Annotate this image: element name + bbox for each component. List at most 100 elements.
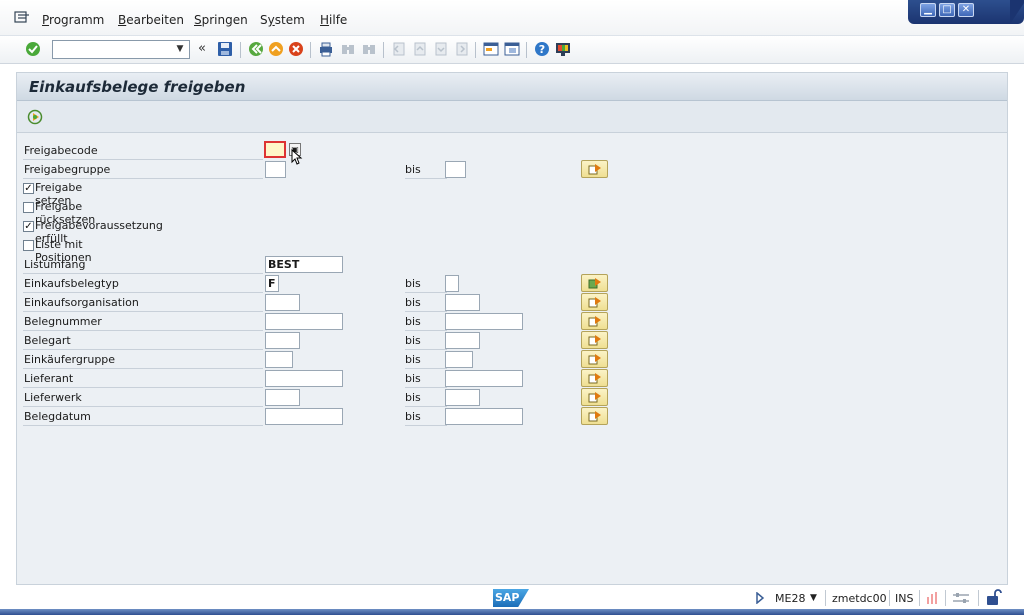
sap-logo: SAP [493, 589, 529, 607]
label-freigabegruppe: Freigabegruppe [23, 162, 263, 179]
toolbar-separator [240, 42, 241, 58]
freigabegruppe-from-input[interactable] [265, 161, 286, 178]
activity-icon [927, 592, 937, 604]
toolbar-separator [383, 42, 384, 58]
lieferwerk-from-input[interactable] [265, 389, 300, 406]
minimize-icon[interactable]: ▁ [920, 3, 936, 17]
multiple-selection-icon [588, 164, 601, 175]
belegdatum-from-input[interactable] [265, 408, 343, 425]
status-expand-icon[interactable] [755, 592, 765, 604]
menu-system[interactable]: System [260, 13, 305, 27]
menu-bearbeiten[interactable]: Bearbeiten [118, 13, 184, 27]
label-bis: bis [405, 333, 447, 350]
einkaeufergruppe-from-input[interactable] [265, 351, 293, 368]
lock-icon[interactable] [986, 589, 1002, 606]
execute-icon[interactable] [27, 109, 43, 125]
freigabegruppe-to-input[interactable] [445, 161, 466, 178]
label-bis: bis [405, 162, 447, 179]
lieferwerk-to-input[interactable] [445, 389, 480, 406]
collapse-command-icon[interactable]: « [198, 41, 206, 56]
freigabecode-input[interactable] [264, 141, 286, 158]
belegdatum-to-input[interactable] [445, 408, 523, 425]
belegart-from-input[interactable] [265, 332, 300, 349]
checkbox-box[interactable]: ✓ [23, 183, 34, 194]
multiple-selection-button[interactable] [581, 369, 608, 387]
help-icon[interactable]: ? [534, 41, 550, 57]
label-lieferwerk: Lieferwerk [23, 390, 263, 407]
prev-page-icon [414, 42, 426, 56]
page-title: Einkaufsbelege freigeben [29, 78, 246, 96]
status-separator [919, 590, 920, 606]
checkbox-box[interactable] [23, 240, 34, 251]
label-bis: bis [405, 276, 447, 293]
menu-bar: Programm Bearbeiten Springen System Hilf… [0, 0, 1024, 36]
einkaufsorganisation-from-input[interactable] [265, 294, 300, 311]
multiple-selection-button[interactable] [581, 350, 608, 368]
title-bar: Einkaufsbelege freigeben [17, 73, 1007, 101]
multiple-selection-button[interactable] [581, 160, 608, 178]
label-einkaufsbelegtyp: Einkaufsbelegtyp [23, 276, 263, 293]
new-session-icon[interactable] [483, 41, 499, 57]
label-lieferant: Lieferant [23, 371, 263, 388]
shortcut-icon[interactable] [504, 41, 520, 57]
save-icon[interactable] [217, 41, 233, 57]
lieferant-from-input[interactable] [265, 370, 343, 387]
exit-icon[interactable] [268, 41, 284, 57]
label-einkaeufergruppe: Einkäufergruppe [23, 352, 263, 369]
window-controls: ▁ □ ✕ [908, 0, 1024, 24]
settings-sliders-icon[interactable] [952, 591, 970, 605]
back-icon[interactable] [248, 41, 264, 57]
multiple-selection-button[interactable] [581, 293, 608, 311]
customize-layout-icon[interactable] [555, 41, 571, 57]
label-bis: bis [405, 295, 447, 312]
multiple-selection-icon [588, 373, 601, 384]
menu-accelerator: P [42, 13, 50, 27]
chevron-down-icon[interactable]: ▼ [173, 42, 187, 57]
status-bar: SAP ME28 ▼ zmetdc00 INS [0, 586, 1024, 610]
multiple-selection-button[interactable] [581, 312, 608, 330]
enter-icon[interactable] [25, 41, 41, 57]
status-separator [889, 590, 890, 606]
einkaufsbelegtyp-from-input[interactable]: F [265, 275, 279, 292]
print-icon[interactable] [318, 41, 334, 57]
menu-springen[interactable]: Springen [194, 13, 248, 27]
menu-programm[interactable]: Programm [42, 13, 104, 27]
belegnummer-to-input[interactable] [445, 313, 523, 330]
command-field[interactable]: ▼ [52, 40, 190, 59]
maximize-icon[interactable]: □ [939, 3, 955, 17]
label-belegdatum: Belegdatum [23, 409, 263, 426]
multiple-selection-icon [588, 354, 601, 365]
einkaufsbelegtyp-to-input[interactable] [445, 275, 459, 292]
label-einkaufsorganisation: Einkaufsorganisation [23, 295, 263, 312]
menu-hilfe[interactable]: Hilfe [320, 13, 347, 27]
checkbox-box[interactable]: ✓ [23, 221, 34, 232]
main-panel: Einkaufsbelege freigeben Freigabecode ▣ … [16, 72, 1008, 585]
multiple-selection-icon [588, 411, 601, 422]
multiple-selection-button[interactable] [581, 388, 608, 406]
application-toolbar [17, 101, 1007, 133]
checkbox-box[interactable] [23, 202, 34, 213]
multiple-selection-button[interactable] [581, 274, 608, 292]
command-input[interactable] [53, 41, 171, 58]
label-bis: bis [405, 409, 447, 426]
multiple-selection-button[interactable] [581, 331, 608, 349]
insert-mode[interactable]: INS [895, 592, 913, 605]
belegart-to-input[interactable] [445, 332, 480, 349]
multiple-selection-button[interactable] [581, 407, 608, 425]
last-page-icon [456, 42, 468, 56]
close-icon[interactable]: ✕ [958, 3, 974, 17]
belegnummer-from-input[interactable] [265, 313, 343, 330]
chevron-down-icon[interactable]: ▼ [810, 593, 817, 603]
status-separator [945, 590, 946, 606]
einkaeufergruppe-to-input[interactable] [445, 351, 473, 368]
listumfang-input[interactable]: BEST [265, 256, 343, 273]
einkaufsorganisation-to-input[interactable] [445, 294, 480, 311]
status-separator [978, 590, 979, 606]
label-belegart: Belegart [23, 333, 263, 350]
transaction-code: ME28 [775, 592, 806, 605]
cancel-icon[interactable] [288, 41, 304, 57]
system-menu-icon[interactable] [14, 11, 30, 25]
toolbar-separator [310, 42, 311, 58]
lieferant-to-input[interactable] [445, 370, 523, 387]
next-page-icon [435, 42, 447, 56]
